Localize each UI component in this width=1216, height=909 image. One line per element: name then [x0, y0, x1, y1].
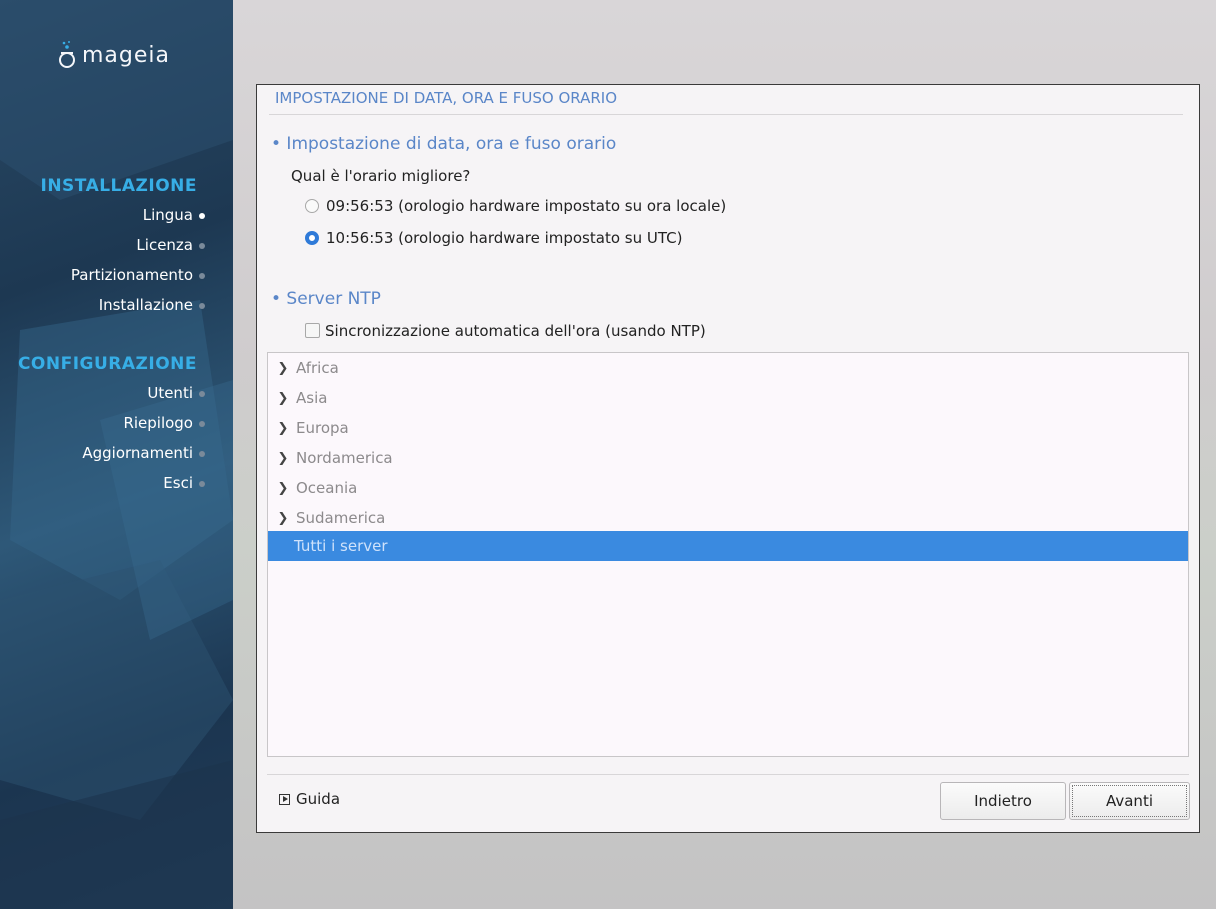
tree-item-sudamerica[interactable]: ❯ Sudamerica — [268, 503, 1188, 533]
step-utenti-indicator — [199, 391, 205, 397]
step-esci: Esci — [163, 474, 193, 492]
tree-item-label: Nordamerica — [296, 449, 393, 467]
tree-item-label: Tutti i server — [294, 537, 388, 555]
chevron-right-icon[interactable]: ❯ — [272, 421, 294, 436]
step-riepilogo: Riepilogo — [123, 414, 193, 432]
back-button[interactable]: Indietro — [940, 782, 1066, 820]
play-help-icon — [279, 793, 290, 805]
radio-utc-label[interactable]: 10:56:53 (orologio hardware impostato su… — [326, 229, 682, 247]
section-heading-datetime: • Impostazione di data, ora e fuso orari… — [271, 134, 617, 154]
step-licenza: Licenza — [136, 236, 193, 254]
step-lingua-indicator — [199, 213, 205, 219]
ntp-checkbox[interactable] — [305, 323, 320, 338]
step-esci-indicator — [199, 481, 205, 487]
installer-sidebar: mageia INSTALLAZIONE Lingua Licenza Part… — [0, 0, 233, 909]
step-partizionamento: Partizionamento — [70, 266, 193, 284]
dialog-title: IMPOSTAZIONE DI DATA, ORA E FUSO ORARIO — [275, 89, 618, 107]
tree-item-nordamerica[interactable]: ❯ Nordamerica — [268, 443, 1188, 473]
tree-item-tutti-i-server[interactable]: Tutti i server — [268, 531, 1188, 561]
step-lingua: Lingua — [142, 206, 193, 224]
tree-item-europa[interactable]: ❯ Europa — [268, 413, 1188, 443]
next-button[interactable]: Avanti — [1069, 782, 1190, 820]
step-utenti: Utenti — [147, 384, 193, 402]
tree-item-oceania[interactable]: ❯ Oceania — [268, 473, 1188, 503]
chevron-right-icon[interactable]: ❯ — [272, 481, 294, 496]
step-licenza-indicator — [199, 243, 205, 249]
question-label: Qual è l'orario migliore? — [291, 167, 471, 185]
ntp-server-tree[interactable]: ❯ Africa ❯ Asia ❯ Europa ❯ Nordamerica ❯… — [267, 352, 1189, 757]
help-label: Guida — [296, 790, 341, 808]
tree-item-africa[interactable]: ❯ Africa — [268, 353, 1188, 383]
tree-item-asia[interactable]: ❯ Asia — [268, 383, 1188, 413]
tree-item-label: Oceania — [296, 479, 358, 497]
section-title-configurazione: CONFIGURAZIONE — [17, 354, 197, 374]
timezone-dialog: IMPOSTAZIONE DI DATA, ORA E FUSO ORARIO … — [256, 84, 1200, 833]
title-divider — [269, 114, 1183, 115]
mageia-cauldron-icon — [59, 41, 75, 68]
tree-item-label: Europa — [296, 419, 349, 437]
chevron-right-icon[interactable]: ❯ — [272, 391, 294, 406]
tree-item-label: Sudamerica — [296, 509, 386, 527]
tree-item-label: Asia — [296, 389, 328, 407]
radio-utc[interactable] — [305, 231, 319, 245]
step-aggiornamenti-indicator — [199, 451, 205, 457]
chevron-right-icon[interactable]: ❯ — [272, 511, 294, 526]
section-title-installazione: INSTALLAZIONE — [40, 176, 197, 196]
step-partizionamento-indicator — [199, 273, 205, 279]
logo-wordmark: mageia — [82, 42, 171, 68]
help-button[interactable]: Guida — [279, 790, 340, 808]
chevron-right-icon[interactable]: ❯ — [272, 451, 294, 466]
mageia-logo: mageia — [56, 40, 170, 70]
ntp-checkbox-label[interactable]: Sincronizzazione automatica dell'ora (us… — [325, 322, 706, 340]
step-installazione-indicator — [199, 303, 205, 309]
chevron-right-icon[interactable]: ❯ — [272, 361, 294, 376]
radio-localtime[interactable] — [305, 199, 319, 213]
step-riepilogo-indicator — [199, 421, 205, 427]
step-installazione: Installazione — [98, 296, 193, 314]
radio-localtime-label[interactable]: 09:56:53 (orologio hardware impostato su… — [326, 197, 726, 215]
tree-item-label: Africa — [296, 359, 339, 377]
section-heading-ntp: • Server NTP — [271, 289, 381, 309]
footer-divider — [267, 774, 1189, 775]
step-aggiornamenti: Aggiornamenti — [82, 444, 193, 462]
